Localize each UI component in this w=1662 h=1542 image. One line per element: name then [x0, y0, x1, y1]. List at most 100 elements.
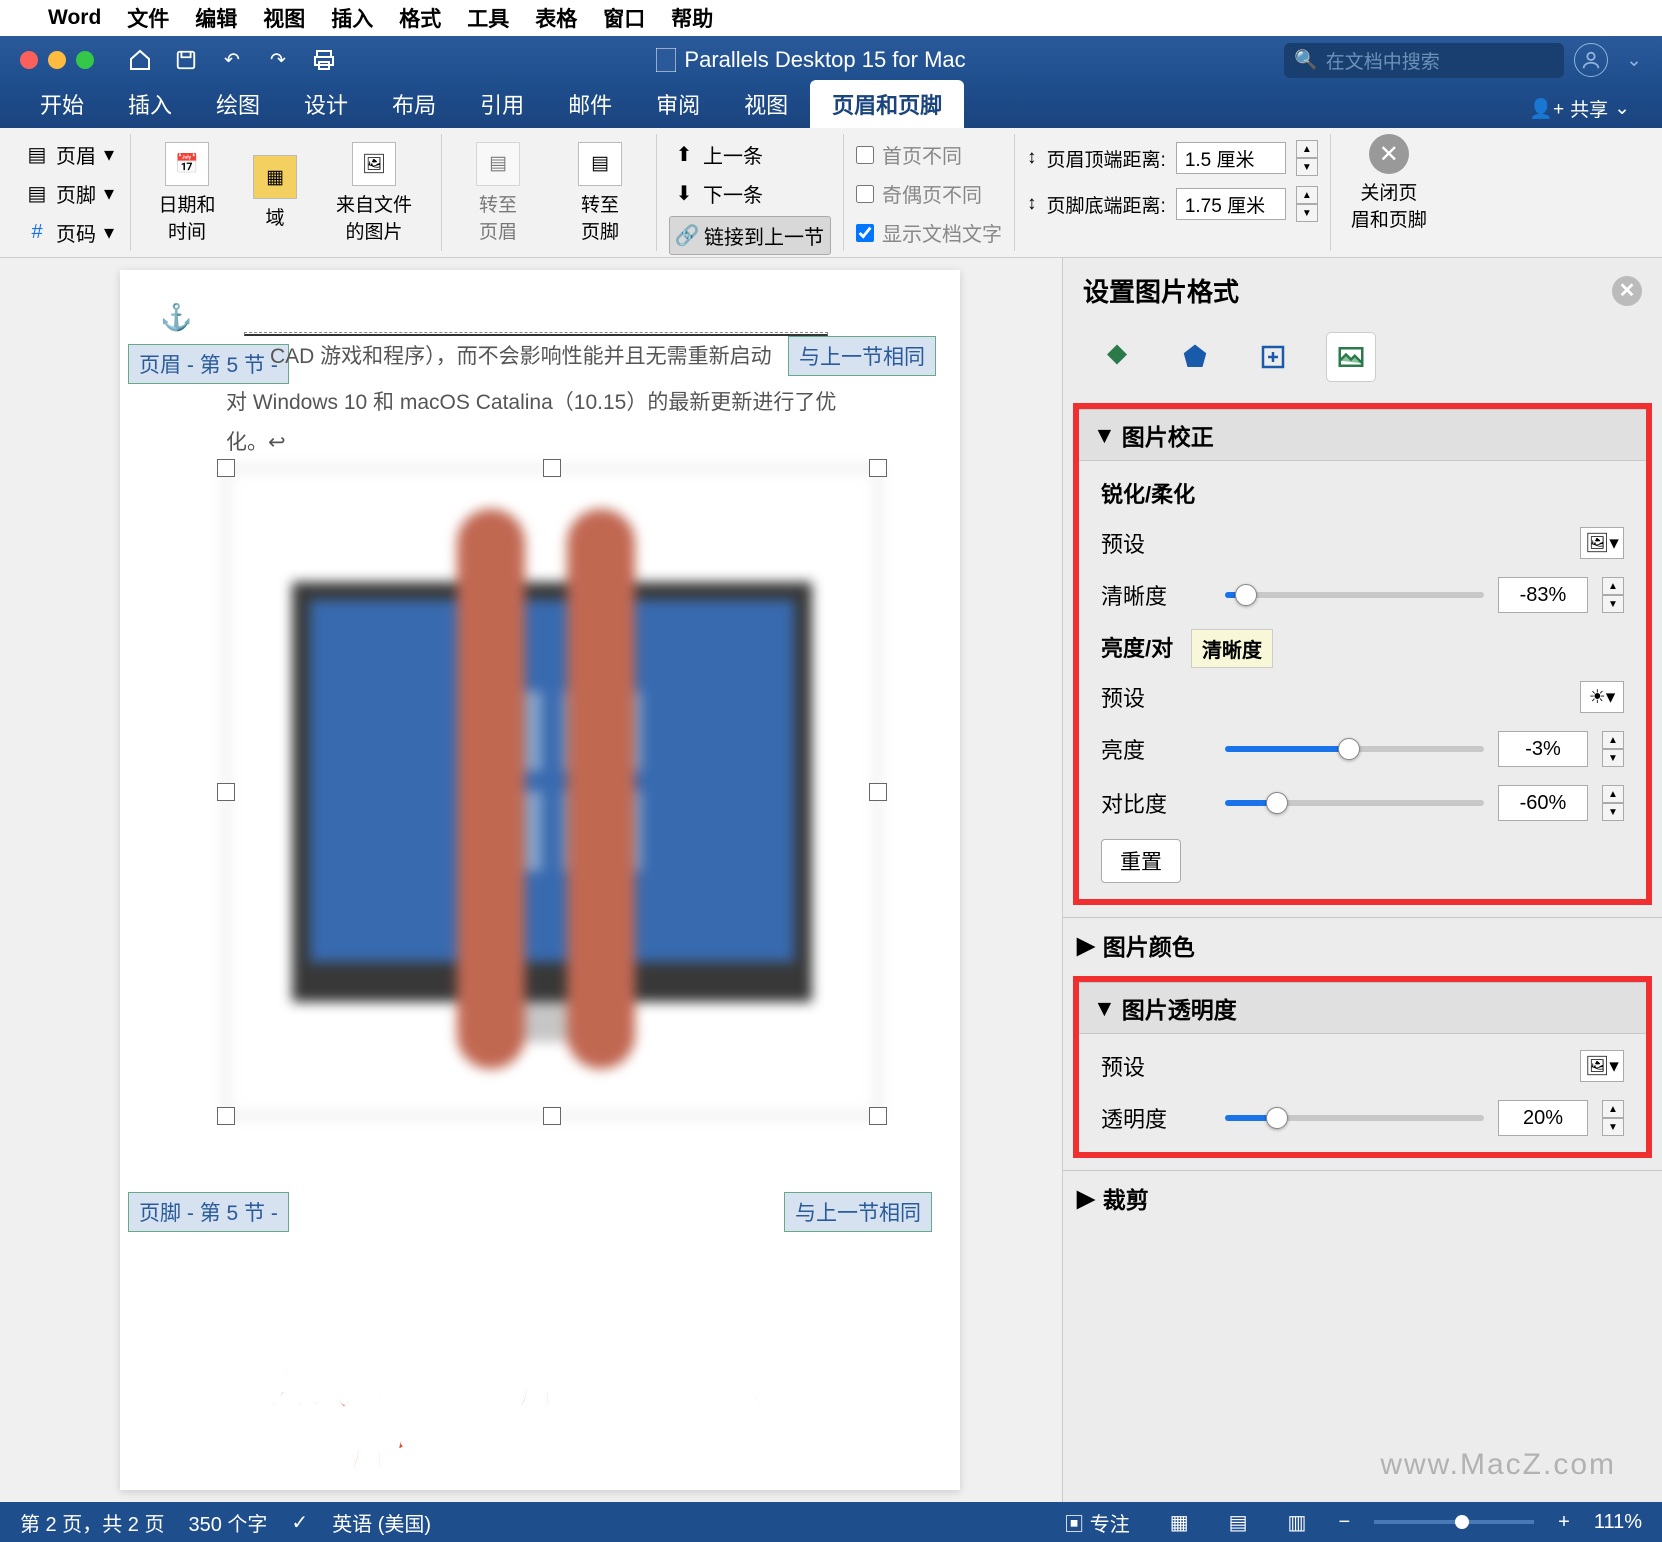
footer-distance-input[interactable] — [1176, 188, 1286, 220]
zoom-window-button[interactable] — [76, 51, 94, 69]
first-page-different-checkbox[interactable]: 首页不同 — [856, 138, 1002, 171]
goto-header-button[interactable]: ▤转至 页眉 — [454, 138, 542, 248]
tab-mailings[interactable]: 邮件 — [546, 80, 634, 128]
next-section-button[interactable]: ⬇下一条 — [669, 177, 831, 210]
close-header-footer-button[interactable]: ✕ 关闭页 眉和页脚 — [1331, 134, 1447, 251]
web-layout-view-icon[interactable]: ▤ — [1221, 1506, 1256, 1539]
undo-icon[interactable]: ↶ — [218, 46, 246, 74]
datetime-button[interactable]: 📅日期和 时间 — [143, 138, 231, 248]
transparency-slider[interactable] — [1225, 1115, 1484, 1121]
resize-handle[interactable] — [217, 783, 235, 801]
odd-even-different-checkbox[interactable]: 奇偶页不同 — [856, 177, 1002, 210]
resize-handle[interactable] — [869, 783, 887, 801]
zoom-in-icon[interactable]: + — [1558, 1511, 1570, 1534]
brightness-slider[interactable] — [1225, 746, 1484, 752]
clarity-stepper[interactable]: ▲▼ — [1602, 577, 1624, 613]
document-canvas[interactable]: ⚓ 页眉 - 第 5 节 - 与上一节相同 CAD 游戏和程序），而不会影响性能… — [0, 258, 1062, 1502]
word-count[interactable]: 350 个字 — [188, 1508, 267, 1537]
tab-draw[interactable]: 绘图 — [194, 80, 282, 128]
header-button[interactable]: ▤页眉▾ — [22, 138, 118, 171]
close-window-button[interactable] — [20, 51, 38, 69]
user-account-icon[interactable] — [1574, 43, 1608, 77]
picture-from-file-button[interactable]: 🖼来自文件 的图片 — [319, 138, 429, 248]
header-distance-stepper[interactable]: ▲▼ — [1296, 140, 1318, 176]
menu-help[interactable]: 帮助 — [671, 3, 713, 33]
tab-insert[interactable]: 插入 — [106, 80, 194, 128]
show-document-text-checkbox[interactable]: 显示文档文字 — [856, 216, 1002, 249]
header-distance-input[interactable] — [1176, 142, 1286, 174]
picture-correction-header[interactable]: ▼ 图片校正 — [1079, 409, 1646, 461]
transparency-stepper[interactable]: ▲▼ — [1602, 1100, 1624, 1136]
menu-tools[interactable]: 工具 — [467, 3, 509, 33]
resize-handle[interactable] — [869, 1107, 887, 1125]
focus-mode-button[interactable]: ▣ 专注 — [1056, 1504, 1138, 1541]
contrast-value[interactable]: -60% — [1498, 785, 1588, 821]
anchor-icon[interactable]: ⚓ — [160, 302, 192, 333]
prev-section-button[interactable]: ⬆上一条 — [669, 138, 831, 171]
zoom-out-icon[interactable]: − — [1338, 1511, 1350, 1534]
pagenum-button[interactable]: #页码▾ — [22, 216, 118, 249]
sharpen-preset-button[interactable]: 🖼▾ — [1580, 527, 1624, 559]
outline-view-icon[interactable]: ▥ — [1280, 1506, 1315, 1539]
home-icon[interactable] — [126, 46, 154, 74]
link-to-previous-button[interactable]: 🔗链接到上一节 — [669, 216, 831, 255]
menu-table[interactable]: 表格 — [535, 3, 577, 33]
menu-insert[interactable]: 插入 — [331, 3, 373, 33]
field-button[interactable]: ▦域 — [245, 151, 305, 234]
goto-footer-button[interactable]: ▤转至 页脚 — [556, 138, 644, 248]
tab-header-footer[interactable]: 页眉和页脚 — [810, 80, 964, 128]
app-name[interactable]: Word — [48, 6, 101, 30]
menu-file[interactable]: 文件 — [127, 3, 169, 33]
brightness-value[interactable]: -3% — [1498, 731, 1588, 767]
selected-image[interactable] — [226, 468, 878, 1116]
tab-references[interactable]: 引用 — [458, 80, 546, 128]
clarity-slider[interactable] — [1225, 592, 1484, 598]
page-count[interactable]: 第 2 页，共 2 页 — [20, 1508, 164, 1537]
tab-layout[interactable]: 布局 — [370, 80, 458, 128]
language-status[interactable]: 英语 (美国) — [332, 1508, 431, 1537]
picture-transparency-header[interactable]: ▼ 图片透明度 — [1079, 982, 1646, 1034]
tab-home[interactable]: 开始 — [18, 80, 106, 128]
resize-handle[interactable] — [217, 459, 235, 477]
transparency-preset-button[interactable]: 🖼▾ — [1580, 1050, 1624, 1082]
print-icon[interactable] — [310, 46, 338, 74]
resize-handle[interactable] — [543, 1107, 561, 1125]
picture-tab-icon[interactable] — [1327, 333, 1375, 381]
footer-button[interactable]: ▤页脚▾ — [22, 177, 118, 210]
menu-window[interactable]: 窗口 — [603, 3, 645, 33]
effects-tab-icon[interactable] — [1171, 333, 1219, 381]
tab-view[interactable]: 视图 — [722, 80, 810, 128]
spellcheck-icon[interactable]: ✓ — [291, 1510, 308, 1535]
tab-review[interactable]: 审阅 — [634, 80, 722, 128]
contrast-slider[interactable] — [1225, 800, 1484, 806]
redo-icon[interactable]: ↷ — [264, 46, 292, 74]
transparency-value[interactable]: 20% — [1498, 1100, 1588, 1136]
zoom-percent[interactable]: 111% — [1594, 1511, 1642, 1534]
save-icon[interactable] — [172, 46, 200, 74]
menu-format[interactable]: 格式 — [399, 3, 441, 33]
picture-color-header[interactable]: ▶ 图片颜色 — [1063, 917, 1662, 972]
minimize-window-button[interactable] — [48, 51, 66, 69]
share-button[interactable]: 👤+ 共享 ⌄ — [1515, 89, 1644, 128]
resize-handle[interactable] — [543, 459, 561, 477]
contrast-stepper[interactable]: ▲▼ — [1602, 785, 1624, 821]
titlebar-chevron-icon[interactable]: ⌄ — [1618, 49, 1650, 72]
menu-edit[interactable]: 编辑 — [195, 3, 237, 33]
tab-design[interactable]: 设计 — [282, 80, 370, 128]
reset-corrections-button[interactable]: 重置 — [1101, 839, 1181, 883]
zoom-slider[interactable] — [1374, 1520, 1534, 1524]
fill-tab-icon[interactable] — [1093, 333, 1141, 381]
crop-header[interactable]: ▶ 裁剪 — [1063, 1170, 1662, 1225]
menu-view[interactable]: 视图 — [263, 3, 305, 33]
print-layout-view-icon[interactable]: ▦ — [1162, 1506, 1197, 1539]
resize-handle[interactable] — [217, 1107, 235, 1125]
ribbon-group-options: 首页不同 奇偶页不同 显示文档文字 — [844, 134, 1015, 251]
close-panel-button[interactable]: ✕ — [1612, 276, 1642, 306]
brightness-preset-button[interactable]: ☀▾ — [1580, 681, 1624, 713]
document-search[interactable]: 🔍 在文档中搜索 — [1284, 43, 1564, 78]
footer-distance-stepper[interactable]: ▲▼ — [1296, 186, 1318, 222]
size-tab-icon[interactable] — [1249, 333, 1297, 381]
brightness-stepper[interactable]: ▲▼ — [1602, 731, 1624, 767]
clarity-value[interactable]: -83% — [1498, 577, 1588, 613]
resize-handle[interactable] — [869, 459, 887, 477]
